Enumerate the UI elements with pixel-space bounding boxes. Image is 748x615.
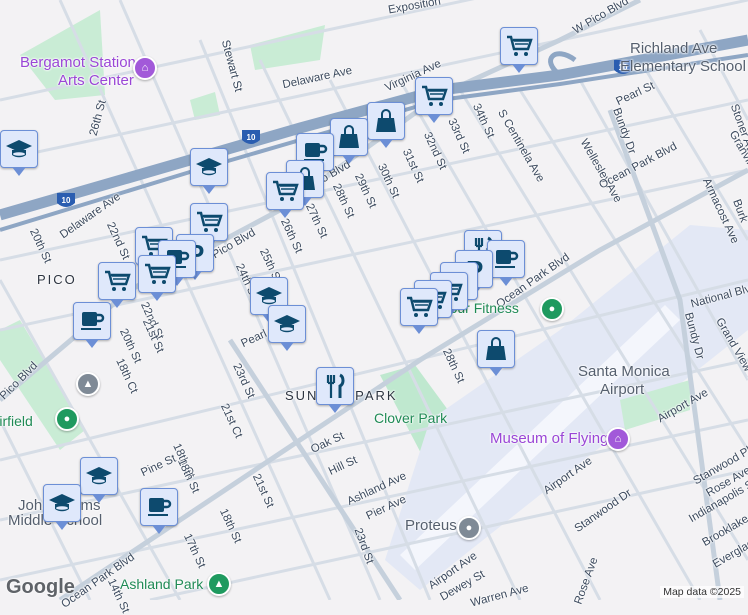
museum-icon[interactable]: ⌂ (606, 427, 630, 451)
marker-cart[interactable] (98, 262, 136, 308)
map-label: Richland Ave (630, 40, 718, 57)
marker-food[interactable] (316, 367, 354, 413)
school-pin-icon[interactable]: ▲ (76, 372, 100, 396)
grad-icon (48, 489, 76, 517)
marker-grad[interactable] (80, 457, 118, 503)
marker-bag[interactable] (477, 330, 515, 376)
bag-icon (372, 107, 400, 135)
food-icon (321, 372, 349, 400)
grad-icon (195, 153, 223, 181)
marker-cart[interactable] (500, 27, 538, 73)
google-logo: Google (6, 576, 75, 598)
marker-coffee[interactable] (140, 488, 178, 534)
cart-icon (405, 293, 433, 321)
gym-icon[interactable]: ● (540, 297, 564, 321)
map-label: Airport (600, 381, 645, 398)
marker-bag[interactable] (367, 102, 405, 148)
map-label: Clover Park (374, 410, 448, 426)
coffee-icon (145, 493, 173, 521)
cart-icon (195, 208, 223, 236)
cart-icon (143, 260, 171, 288)
map-label: Santa Monica (578, 363, 670, 380)
marker-cart[interactable] (400, 288, 438, 334)
bag-icon (335, 123, 363, 151)
marker-cart[interactable] (138, 255, 176, 301)
park-icon[interactable]: ● (55, 407, 79, 431)
svg-text:10: 10 (62, 196, 71, 205)
marker-grad[interactable] (268, 305, 306, 351)
coffee-icon (492, 245, 520, 273)
map-label: Arts Center (58, 72, 134, 89)
museum-icon[interactable]: ⌂ (133, 56, 157, 80)
grad-icon (5, 135, 33, 163)
coffee-icon (78, 307, 106, 335)
map-label: Ashland Park (120, 576, 204, 592)
marker-cart[interactable] (266, 172, 304, 218)
svg-text:10: 10 (247, 133, 256, 142)
map-label: Proteus (405, 517, 457, 534)
marker-grad[interactable] (43, 484, 81, 530)
map-label: Museum of Flying (490, 430, 609, 447)
bag-icon (482, 335, 510, 363)
cart-icon (505, 32, 533, 60)
grad-icon (273, 310, 301, 338)
cart-icon (420, 82, 448, 110)
marker-bag[interactable] (330, 118, 368, 164)
marker-grad[interactable] (0, 130, 38, 176)
map-label: Bergamot Station (20, 54, 136, 71)
park-icon[interactable]: ▲ (207, 572, 231, 596)
map-label: Elementary School (620, 58, 746, 75)
map-attribution[interactable]: Map data ©2025 (660, 586, 744, 598)
marker-coffee[interactable] (73, 302, 111, 348)
map-label: Airfield (0, 413, 33, 429)
cart-icon (103, 267, 131, 295)
marker-cart[interactable] (415, 77, 453, 123)
grad-icon (85, 462, 113, 490)
map-label: PICO (37, 272, 77, 287)
marker-grad[interactable] (190, 148, 228, 194)
place-pin-icon[interactable]: ● (457, 516, 481, 540)
cart-icon (271, 177, 299, 205)
